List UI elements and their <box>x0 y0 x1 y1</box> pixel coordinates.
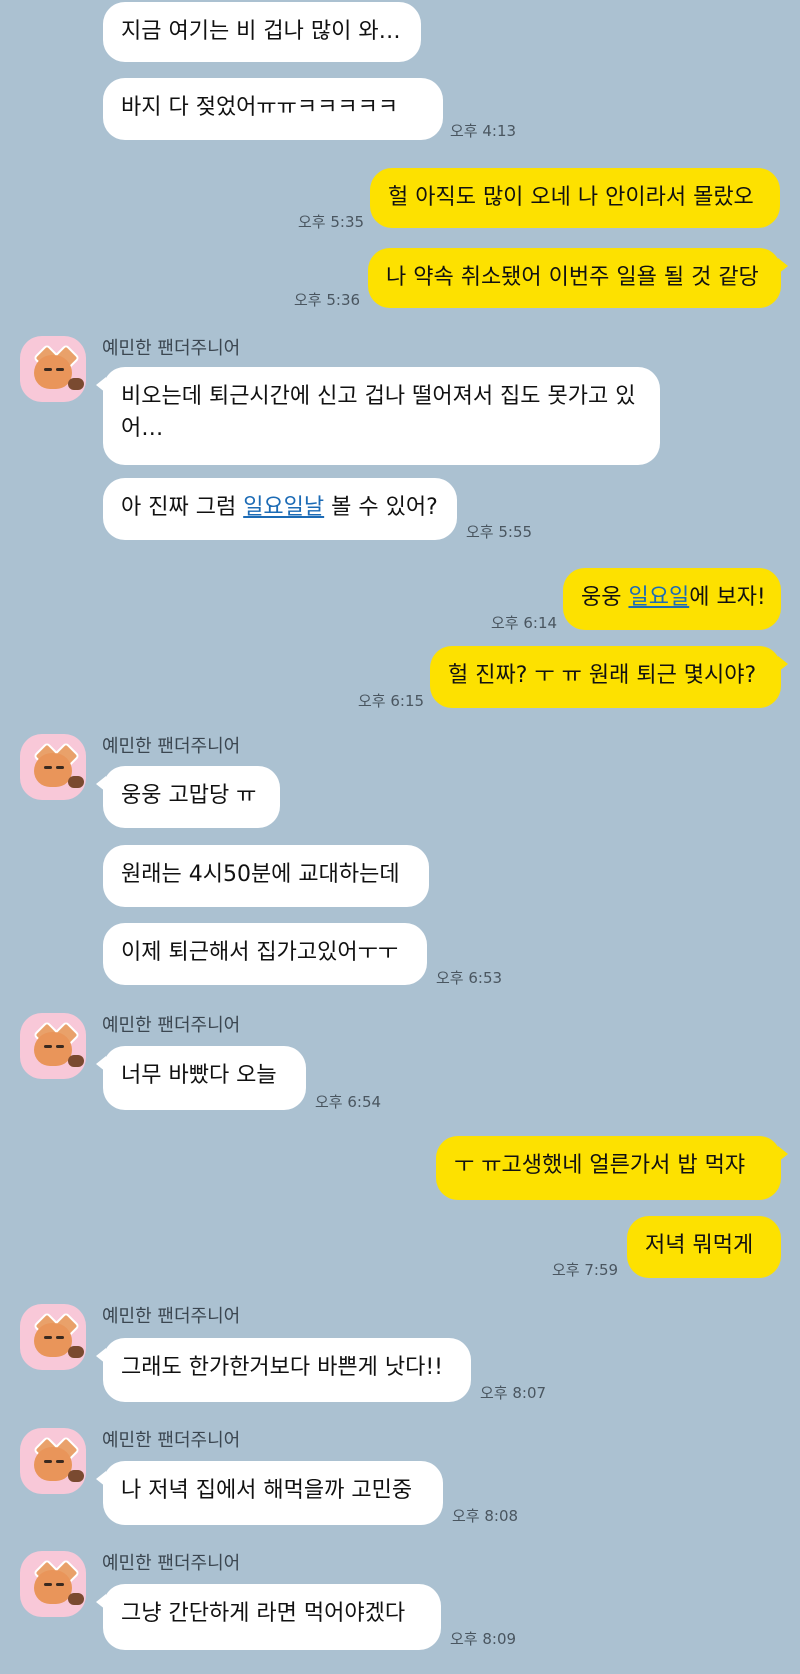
date-link[interactable]: 일요일날 <box>243 495 324 520</box>
message-time: 오후 4:13 <box>450 122 517 140</box>
message-bubble[interactable]: 너무 바빴다 오늘 <box>96 1046 306 1110</box>
message-text: 아 진짜 그럼 <box>121 495 244 520</box>
message-bubble[interactable]: 아 진짜 그럼 일요일날 볼 수 있어? <box>103 478 457 540</box>
date-link[interactable]: 일요일 <box>628 585 689 610</box>
message-bubble[interactable]: 비오는데 퇴근시간에 신고 겁나 떨어져서 집도 못가고 있어… <box>96 367 660 465</box>
sender-name: 예민한 팬더주니어 <box>102 338 241 359</box>
message-bubble[interactable]: 지금 여기는 비 겁나 많이 와… <box>103 2 421 62</box>
message-text: 볼 수 있어? <box>324 495 438 520</box>
message-bubble[interactable]: 웅웅 일요일에 보자! <box>563 568 781 630</box>
message-time: 오후 5:55 <box>466 523 533 541</box>
message-bubble[interactable]: 원래는 4시50분에 교대하는데 <box>103 845 429 907</box>
message-time: 오후 5:35 <box>298 213 365 231</box>
message-bubble[interactable]: 바지 다 젖었어ㅠㅠㅋㅋㅋㅋㅋ <box>103 78 443 140</box>
message-bubble[interactable]: 헐 진짜? ㅜ ㅠ 원래 퇴근 몇시야? <box>430 646 788 708</box>
sender-name: 예민한 팬더주니어 <box>102 736 241 757</box>
avatar[interactable] <box>20 1304 86 1370</box>
avatar[interactable] <box>20 1428 86 1494</box>
avatar[interactable] <box>20 1013 86 1079</box>
message-bubble[interactable]: 헐 아직도 많이 오네 나 안이라서 몰랐오 <box>370 168 780 228</box>
message-bubble[interactable]: 그냥 간단하게 라면 먹어야겠다 <box>96 1584 441 1650</box>
message-bubble[interactable]: 나 약속 취소됐어 이번주 일욜 될 것 같당 <box>368 248 788 308</box>
message-time: 오후 5:36 <box>294 291 361 309</box>
message-time: 오후 6:15 <box>358 692 425 710</box>
message-time: 오후 7:59 <box>552 1261 619 1279</box>
sender-name: 예민한 팬더주니어 <box>102 1306 241 1327</box>
avatar[interactable] <box>20 336 86 402</box>
message-bubble[interactable]: 나 저녁 집에서 해먹을까 고민중 <box>96 1461 443 1525</box>
message-time: 오후 6:53 <box>436 969 503 987</box>
sender-name: 예민한 팬더주니어 <box>102 1553 241 1574</box>
message-time: 오후 8:07 <box>480 1384 547 1402</box>
message-time: 오후 8:08 <box>452 1507 519 1525</box>
message-text: 웅웅 <box>581 585 629 610</box>
message-text: 에 보자! <box>689 585 766 610</box>
message-time: 오후 6:14 <box>491 614 558 632</box>
message-time: 오후 6:54 <box>315 1093 382 1111</box>
message-bubble[interactable]: ㅜ ㅠ고생했네 얼른가서 밥 먹쟈 <box>436 1136 788 1200</box>
avatar[interactable] <box>20 1551 86 1617</box>
message-bubble[interactable]: 이제 퇴근해서 집가고있어ㅜㅜ <box>103 923 427 985</box>
sender-name: 예민한 팬더주니어 <box>102 1430 241 1451</box>
avatar[interactable] <box>20 734 86 800</box>
message-bubble[interactable]: 저녁 뭐먹게 <box>627 1216 781 1278</box>
sender-name: 예민한 팬더주니어 <box>102 1015 241 1036</box>
message-bubble[interactable]: 웅웅 고맙당 ㅠ <box>96 766 280 828</box>
message-bubble[interactable]: 그래도 한가한거보다 바쁜게 낫다!! <box>96 1338 471 1402</box>
message-time: 오후 8:09 <box>450 1630 517 1648</box>
